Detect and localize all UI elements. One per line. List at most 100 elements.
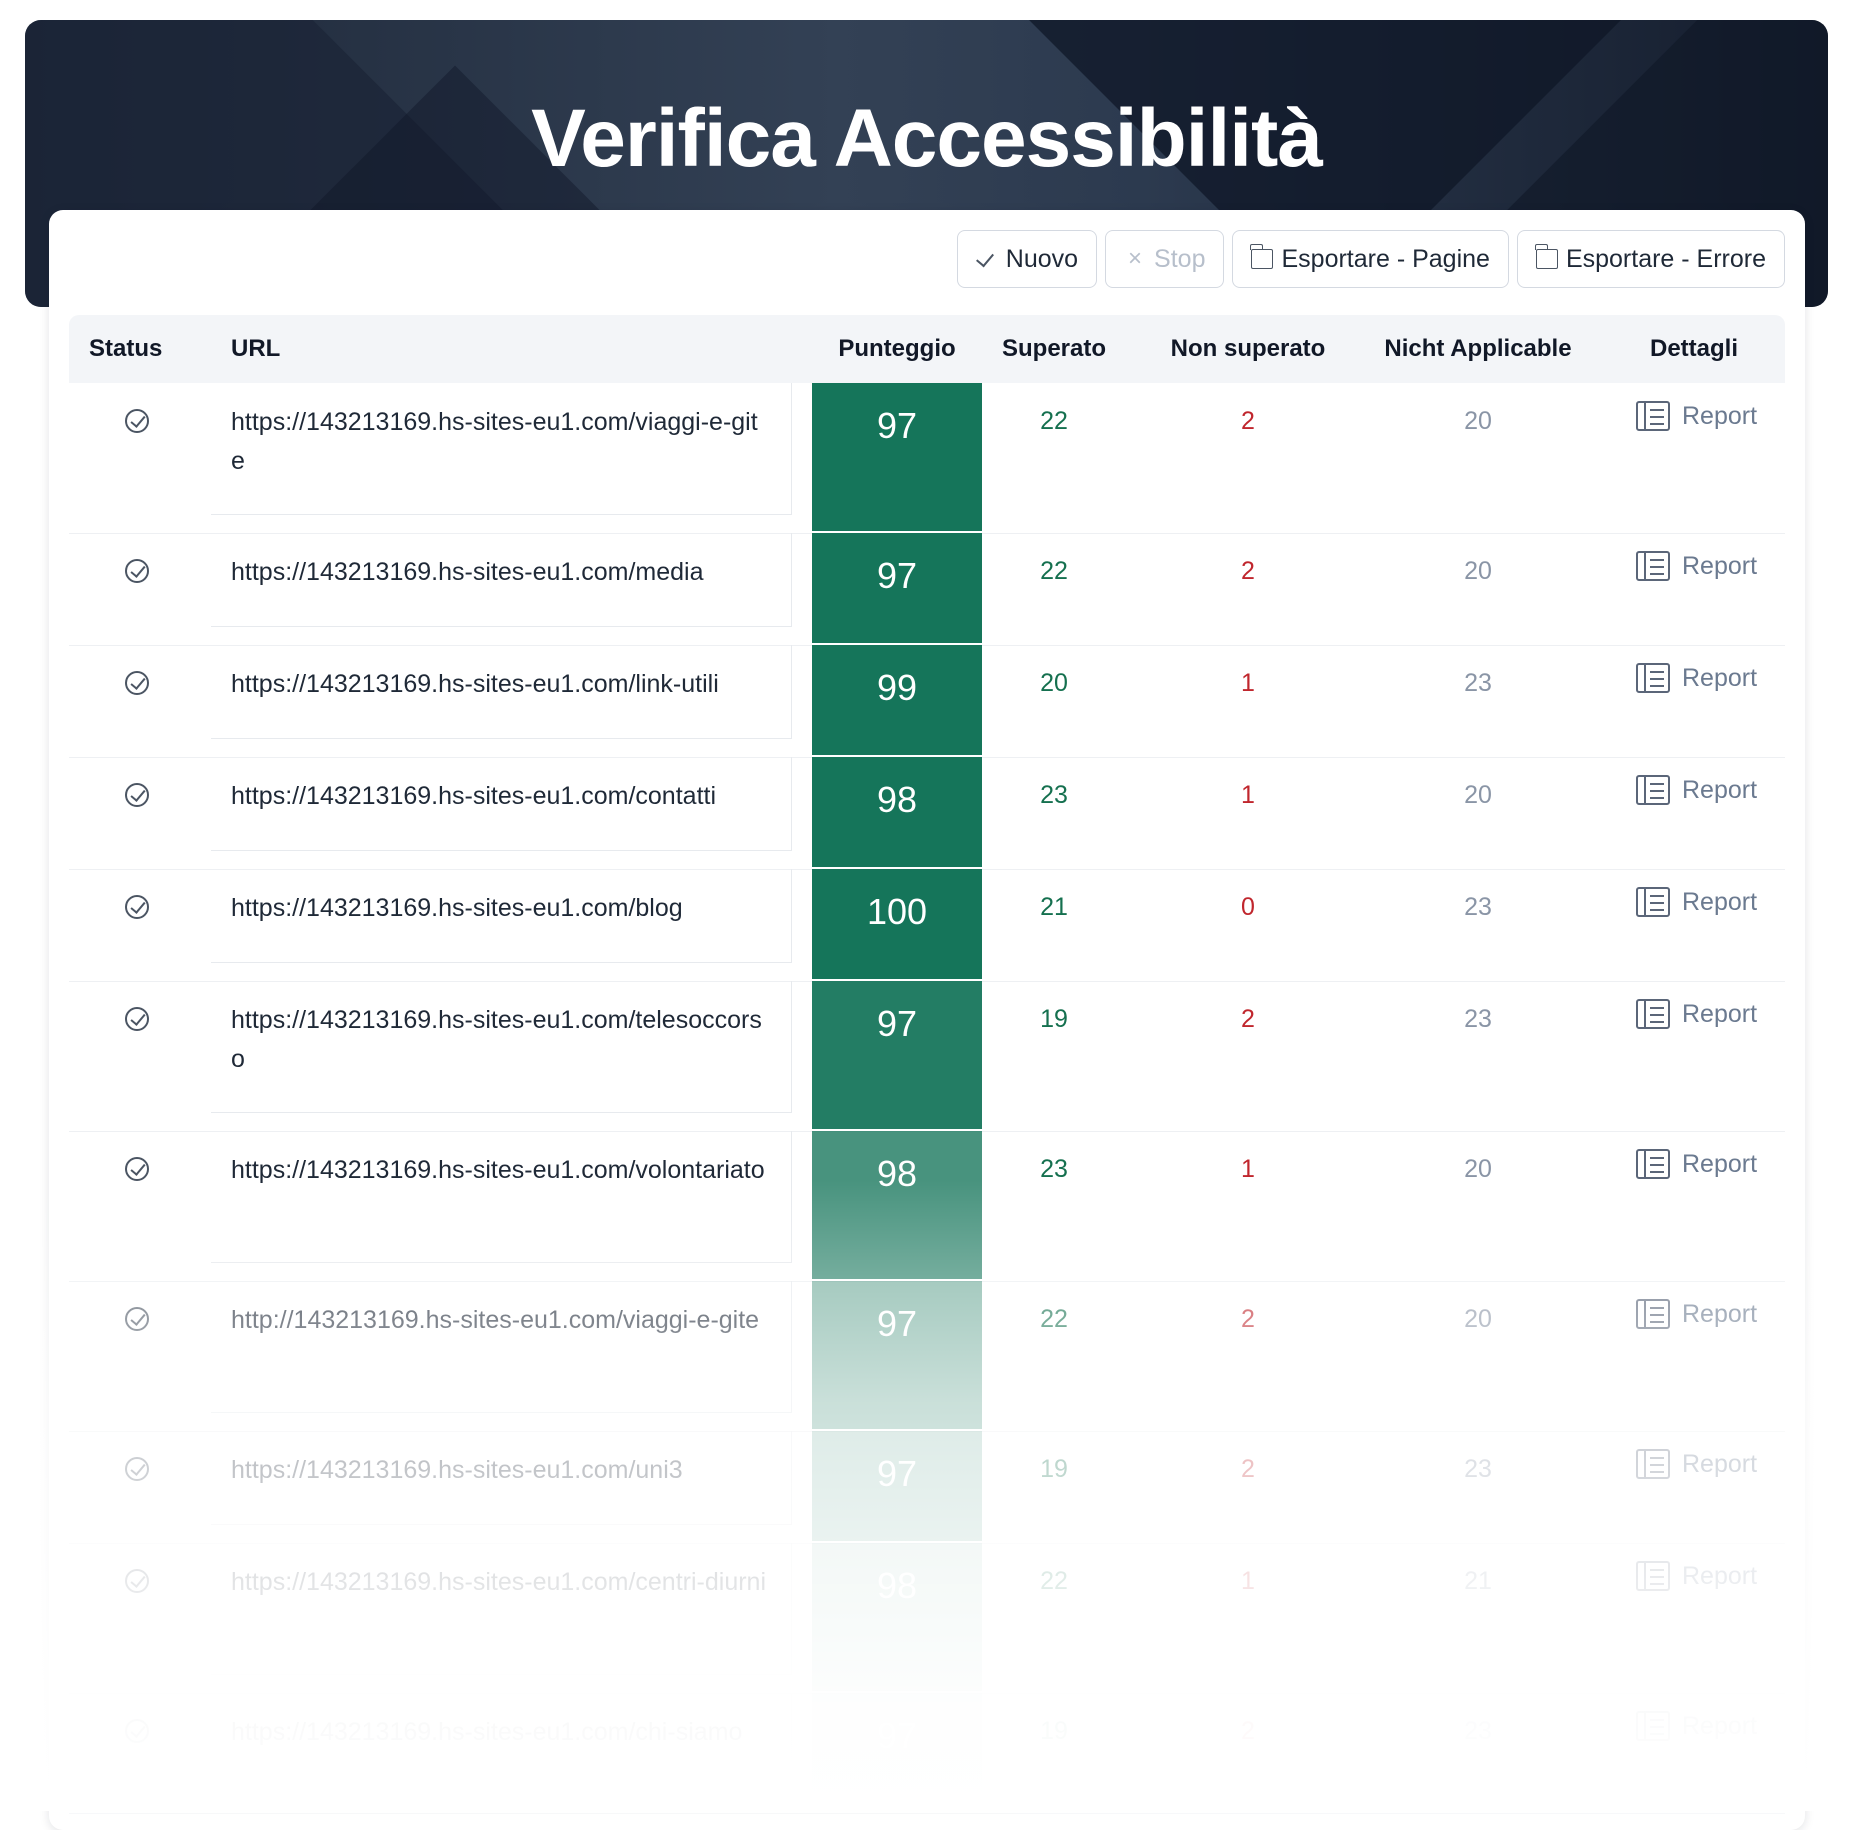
row-passed: 23 [1040, 1155, 1068, 1183]
row-not-applicable: 23 [1464, 1717, 1492, 1745]
row-url[interactable]: https://143213169.hs-sites-eu1.com/chi-s… [231, 1713, 767, 1752]
report-link[interactable]: Report [1636, 1449, 1757, 1479]
results-card: Nuovo × Stop Esportare - Pagine Esportar… [49, 210, 1805, 1830]
row-url[interactable]: https://143213169.hs-sites-eu1.com/centr… [231, 1563, 767, 1602]
export-errors-label: Esportare - Errore [1565, 244, 1766, 273]
report-link[interactable]: Report [1636, 1299, 1757, 1329]
check-icon [976, 249, 998, 269]
table-row: https://143213169.hs-sites-eu1.com/volon… [69, 1131, 1785, 1282]
row-failed: 2 [1241, 407, 1255, 435]
report-link[interactable]: Report [1636, 1711, 1757, 1741]
row-url[interactable]: https://143213169.hs-sites-eu1.com/link-… [231, 665, 767, 704]
table-header: Status URL Punteggio Superato Non supera… [69, 315, 1785, 383]
row-passed: 23 [1040, 781, 1068, 809]
report-link[interactable]: Report [1636, 1561, 1757, 1591]
table-row: http://143213169.hs-sites-eu1.com/viaggi… [69, 1281, 1785, 1432]
report-label: Report [1682, 1711, 1758, 1740]
url-cell: https://143213169.hs-sites-eu1.com/blog [211, 869, 792, 963]
stop-button[interactable]: × Stop [1105, 230, 1225, 288]
row-failed: 2 [1241, 1005, 1255, 1033]
report-link[interactable]: Report [1636, 775, 1757, 805]
row-failed: 2 [1241, 1305, 1255, 1333]
score-cell: 97 [812, 533, 982, 645]
report-link[interactable]: Report [1636, 1149, 1757, 1179]
check-circle-icon [125, 1457, 149, 1481]
report-list-icon [1636, 887, 1670, 917]
row-url[interactable]: https://143213169.hs-sites-eu1.com/media [231, 553, 767, 592]
check-circle-icon [125, 671, 149, 695]
export-pages-button[interactable]: Esportare - Pagine [1232, 230, 1509, 288]
table-row: https://143213169.hs-sites-eu1.com/centr… [69, 1543, 1785, 1694]
column-details: Dettagli [1649, 335, 1738, 362]
row-passed: 22 [1040, 407, 1068, 435]
x-icon: × [1128, 245, 1143, 272]
row-score: 97 [876, 1453, 918, 1494]
row-failed: 1 [1241, 1155, 1255, 1183]
check-circle-icon [125, 895, 149, 919]
score-cell: 100 [812, 869, 982, 981]
check-circle-icon [125, 1569, 149, 1593]
table-row: https://143213169.hs-sites-eu1.com/teles… [69, 981, 1785, 1132]
check-circle-icon [125, 559, 149, 583]
url-cell: https://143213169.hs-sites-eu1.com/volon… [211, 1131, 792, 1263]
check-circle-icon [125, 783, 149, 807]
score-cell: 97 [812, 1693, 982, 1813]
row-passed: 22 [1040, 557, 1068, 585]
column-not-applicable: Nicht Applicable [1384, 335, 1572, 362]
table-row: https://143213169.hs-sites-eu1.com/viagg… [69, 383, 1785, 534]
check-circle-icon [125, 409, 149, 433]
report-link[interactable]: Report [1636, 999, 1757, 1029]
score-cell: 97 [812, 1431, 982, 1543]
row-score: 98 [876, 1565, 918, 1606]
row-url[interactable]: https://143213169.hs-sites-eu1.com/conta… [231, 777, 767, 816]
row-failed: 2 [1241, 1717, 1255, 1745]
table-row: https://143213169.hs-sites-eu1.com/chi-s… [69, 1693, 1785, 1814]
url-cell: https://143213169.hs-sites-eu1.com/uni3 [211, 1431, 792, 1525]
report-list-icon [1636, 775, 1670, 805]
url-cell: https://143213169.hs-sites-eu1.com/conta… [211, 757, 792, 851]
row-score: 97 [876, 405, 918, 446]
row-not-applicable: 20 [1464, 1305, 1492, 1333]
row-score: 97 [876, 1715, 918, 1756]
row-not-applicable: 23 [1464, 669, 1492, 697]
export-errors-button[interactable]: Esportare - Errore [1516, 230, 1785, 288]
report-label: Report [1682, 401, 1758, 430]
table-row: https://143213169.hs-sites-eu1.com/media… [69, 533, 1785, 646]
row-url[interactable]: http://143213169.hs-sites-eu1.com/viaggi… [231, 1301, 767, 1340]
row-not-applicable: 23 [1464, 893, 1492, 921]
new-button[interactable]: Nuovo [956, 230, 1098, 288]
report-list-icon [1636, 999, 1670, 1029]
url-cell: https://143213169.hs-sites-eu1.com/viagg… [211, 383, 792, 515]
report-link[interactable]: Report [1636, 401, 1757, 431]
report-list-icon [1636, 1711, 1670, 1741]
export-pages-label: Esportare - Pagine [1281, 244, 1490, 273]
row-failed: 1 [1241, 669, 1255, 697]
score-cell: 97 [812, 981, 982, 1131]
table-row: https://143213169.hs-sites-eu1.com/uni3 9… [69, 1431, 1785, 1544]
report-label: Report [1682, 1449, 1758, 1478]
report-link[interactable]: Report [1636, 887, 1757, 917]
report-label: Report [1682, 1561, 1758, 1590]
report-list-icon [1636, 551, 1670, 581]
report-label: Report [1682, 663, 1758, 692]
report-label: Report [1682, 775, 1758, 804]
row-not-applicable: 21 [1464, 1567, 1492, 1595]
report-list-icon [1636, 1449, 1670, 1479]
report-link[interactable]: Report [1636, 663, 1757, 693]
row-url[interactable]: https://143213169.hs-sites-eu1.com/volon… [231, 1151, 767, 1190]
row-failed: 0 [1241, 893, 1255, 921]
row-score: 97 [876, 1303, 918, 1344]
row-url[interactable]: https://143213169.hs-sites-eu1.com/teles… [231, 1001, 767, 1079]
row-passed: 19 [1040, 1717, 1068, 1745]
row-failed: 2 [1241, 1455, 1255, 1483]
row-failed: 1 [1241, 1567, 1255, 1595]
report-link[interactable]: Report [1636, 551, 1757, 581]
report-label: Report [1682, 887, 1758, 916]
url-cell: https://143213169.hs-sites-eu1.com/link-… [211, 645, 792, 739]
check-circle-icon [125, 1007, 149, 1031]
row-url[interactable]: https://143213169.hs-sites-eu1.com/viagg… [231, 403, 767, 481]
column-status: Status [89, 335, 163, 362]
row-url[interactable]: https://143213169.hs-sites-eu1.com/uni3 [231, 1451, 767, 1490]
row-url[interactable]: https://143213169.hs-sites-eu1.com/blog [231, 889, 767, 928]
row-passed: 22 [1040, 1305, 1068, 1333]
